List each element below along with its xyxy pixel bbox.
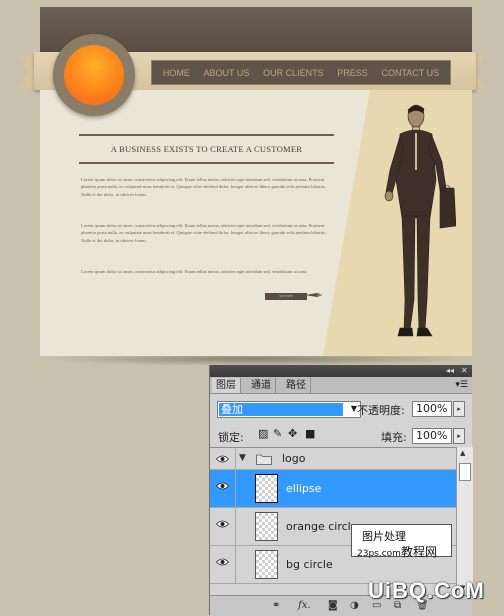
blend-mode-value: 叠加: [219, 403, 343, 416]
adjustment-icon[interactable]: ◑: [350, 597, 359, 615]
blend-mode-select[interactable]: 叠加 ▼: [217, 401, 361, 418]
mask-icon[interactable]: ◙: [328, 597, 338, 615]
see-more-button[interactable]: see more: [265, 293, 307, 300]
watermark-line-1: 图片处理: [362, 530, 406, 543]
layer-thumbnail: [255, 512, 278, 541]
headline: A BUSINESS EXISTS TO CREATE A CUSTOMER: [110, 144, 303, 154]
watermark-brand: UiBQ.CoM: [368, 578, 485, 603]
watermark-line-2: 23ps.com教程网: [357, 543, 437, 560]
nav-press[interactable]: PRESS: [337, 68, 368, 78]
layer-ellipse[interactable]: ellipse: [210, 470, 456, 508]
scroll-up-icon[interactable]: ▲: [460, 449, 465, 457]
expand-triangle-icon[interactable]: ▼: [239, 453, 246, 463]
tab-channels[interactable]: 通道: [247, 378, 276, 393]
fx-icon[interactable]: fx.: [298, 597, 311, 615]
nav-home[interactable]: HOME: [163, 68, 190, 78]
fill-stepper[interactable]: ▸: [453, 428, 465, 444]
panel-titlebar: ◂◂ ✕: [210, 365, 472, 377]
nav-contact-us[interactable]: CONTACT US: [381, 68, 439, 78]
lock-label: 锁定:: [218, 431, 244, 444]
tab-paths[interactable]: 路径: [282, 378, 311, 393]
fountain-pen-icon: [305, 293, 323, 297]
layer-name: ellipse: [286, 482, 322, 495]
lock-move-icon[interactable]: ✥: [288, 427, 297, 440]
main-nav: HOME ABOUT US OUR CLIENTS PRESS CONTACT …: [151, 60, 451, 85]
watermark-box: 图片处理 23ps.com教程网: [351, 524, 452, 560]
layer-name: logo: [282, 452, 306, 465]
collapse-panel-icon[interactable]: ◂◂: [446, 365, 454, 377]
vintage-businessman-illustration: [384, 104, 456, 337]
lock-transparency-icon[interactable]: ▨: [258, 427, 268, 440]
panel-menu-icon[interactable]: ▾☰: [455, 378, 468, 393]
watermark-site-text: 教程网: [400, 545, 437, 559]
layer-group-logo[interactable]: ▼ logo: [210, 448, 456, 470]
body-paragraph-2: Lorem ipsum dolor sit amet, consectetur …: [81, 223, 327, 243]
eye-icon: [216, 455, 229, 463]
folder-icon: [256, 454, 272, 465]
opacity-field[interactable]: 100%: [412, 401, 452, 417]
eye-icon: [216, 482, 229, 490]
opacity-label: 不透明度:: [357, 404, 405, 417]
fill-field[interactable]: 100%: [412, 428, 452, 444]
layer-name: orange circle: [286, 520, 358, 533]
watermark-site: 23ps.com: [357, 549, 401, 559]
close-panel-icon[interactable]: ✕: [461, 365, 468, 377]
layer-thumbnail: [255, 474, 278, 503]
visibility-toggle[interactable]: [210, 470, 236, 507]
body-paragraph-1: Lorem ipsum dolor sit amet, consectetur …: [81, 177, 327, 197]
layers-list: ▼ logo ellipse orange circle bg circle: [210, 447, 456, 596]
visibility-toggle[interactable]: [210, 508, 236, 545]
eye-icon: [216, 558, 229, 566]
nav-our-clients[interactable]: OUR CLIENTS: [263, 68, 324, 78]
scroll-thumb[interactable]: [459, 463, 471, 481]
lock-brush-icon[interactable]: ✎: [273, 427, 282, 440]
visibility-toggle[interactable]: [210, 546, 236, 583]
fill-label: 填充:: [381, 431, 407, 444]
panel-tabs: 图层 通道 路径 ▾☰: [210, 377, 472, 394]
tab-layers[interactable]: 图层: [212, 378, 241, 393]
opacity-stepper[interactable]: ▸: [453, 401, 465, 417]
headline-rule-bottom: [79, 162, 334, 164]
eye-icon: [216, 520, 229, 528]
nav-about-us[interactable]: ABOUT US: [204, 68, 250, 78]
logo-orange-circle[interactable]: [64, 45, 124, 105]
layer-name: bg circle: [286, 558, 333, 571]
visibility-toggle[interactable]: [210, 448, 236, 469]
layers-scrollbar[interactable]: ▲ ▼: [456, 447, 473, 595]
layer-thumbnail: [255, 550, 278, 579]
lock-all-icon[interactable]: ■: [305, 427, 315, 440]
link-icon[interactable]: ⚭: [272, 597, 280, 615]
headline-rule-top: [79, 134, 334, 136]
body-paragraph-3: Lorem ipsum dolor sit amet, consectetur …: [81, 269, 308, 274]
